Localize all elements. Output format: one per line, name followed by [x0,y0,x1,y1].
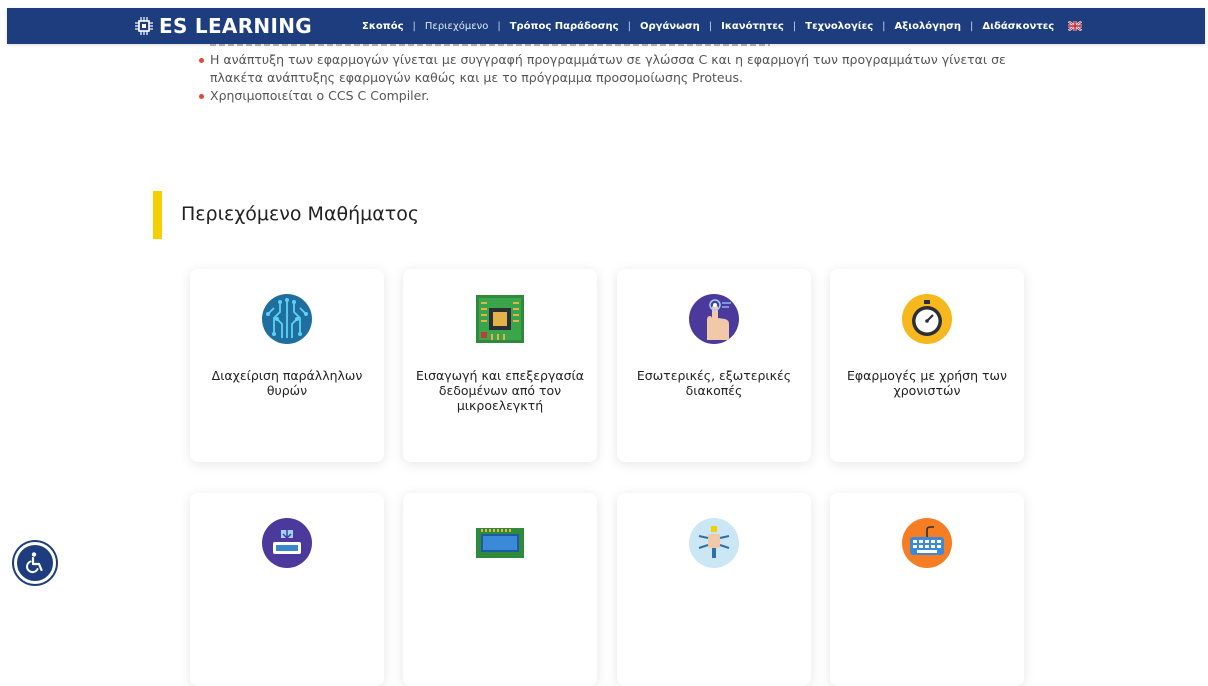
chip-logo-icon [135,17,153,35]
keyboard-icon [902,518,952,568]
nav-item-skopos[interactable]: Σκοπός [362,21,404,32]
nav-item-periexomeno[interactable]: Περιεχόμενο [425,21,488,32]
robot-icon [689,518,739,568]
brand[interactable]: ES LEARNING [135,8,312,44]
course-card-parallel-ports[interactable]: Διαχείριση παράλληλων θυρών [190,269,384,462]
course-card-5[interactable] [190,493,384,686]
card-label: Διαχείριση παράλληλων θυρών [211,368,363,398]
brand-name: ES LEARNING [159,14,312,38]
course-card-8[interactable] [830,493,1024,686]
nav-item-ikanotites[interactable]: Ικανότητες [721,21,784,32]
accessibility-button[interactable] [14,542,56,584]
uk-flag-icon[interactable] [1068,21,1083,31]
microchip-board-icon [476,295,524,343]
device-tray-icon [262,518,312,568]
wheelchair-icon [26,552,43,574]
main-nav: Σκοπός | Περιεχόμενο | Τρόπος Παράδοσης … [362,8,1083,44]
nav-separator: | [497,20,501,32]
lcd-display-icon [476,528,524,558]
nav-item-organosi[interactable]: Οργάνωση [640,21,700,32]
touch-hand-icon [689,294,739,344]
card-label: Εφαρμογές με χρήση των χρονιστών [847,368,1007,398]
course-card-6[interactable] [403,493,597,686]
nav-separator: | [882,20,886,32]
list-item: Η ανάπτυξη των εφαρμογών γίνεται με συγγ… [197,51,1027,87]
stopwatch-icon [902,294,952,344]
list-item: Χρησιμοποιείται ο CCS C Compiler. [197,87,1027,105]
nav-separator: | [412,20,416,32]
nav-separator: | [792,20,797,32]
nav-separator: | [970,20,974,32]
course-card-interrupts[interactable]: Εσωτερικές, εξωτερικές διακοπές [617,269,811,462]
feature-list: Η ανάπτυξη των εφαρμογών γίνεται με συγγ… [197,51,1027,105]
course-card-data-input[interactable]: Εισαγωγή και επεξεργασία δεδομένων από τ… [403,269,597,462]
circuit-icon [262,294,312,344]
nav-item-axiologisi[interactable]: Αξιολόγηση [895,21,961,32]
top-navbar: ES LEARNING Σκοπός | Περιεχόμενο | Τρόπο… [7,8,1205,44]
nav-item-didaskontes[interactable]: Διδάσκοντες [982,21,1054,32]
nav-item-technologies[interactable]: Τεχνολογίες [805,21,873,32]
clipped-text-line [190,44,1020,50]
section-accent-bar [153,191,162,239]
nav-separator: | [708,20,713,32]
section-title: Περιεχόμενο Μαθήματος [181,203,419,225]
course-card-timers[interactable]: Εφαρμογές με χρήση των χρονιστών [830,269,1024,462]
course-card-7[interactable] [617,493,811,686]
card-label: Εσωτερικές, εξωτερικές διακοπές [636,368,792,398]
nav-item-tropos-paradosis[interactable]: Τρόπος Παράδοσης [510,21,619,32]
card-label: Εισαγωγή και επεξεργασία δεδομένων από τ… [416,368,584,413]
nav-separator: | [627,20,631,32]
